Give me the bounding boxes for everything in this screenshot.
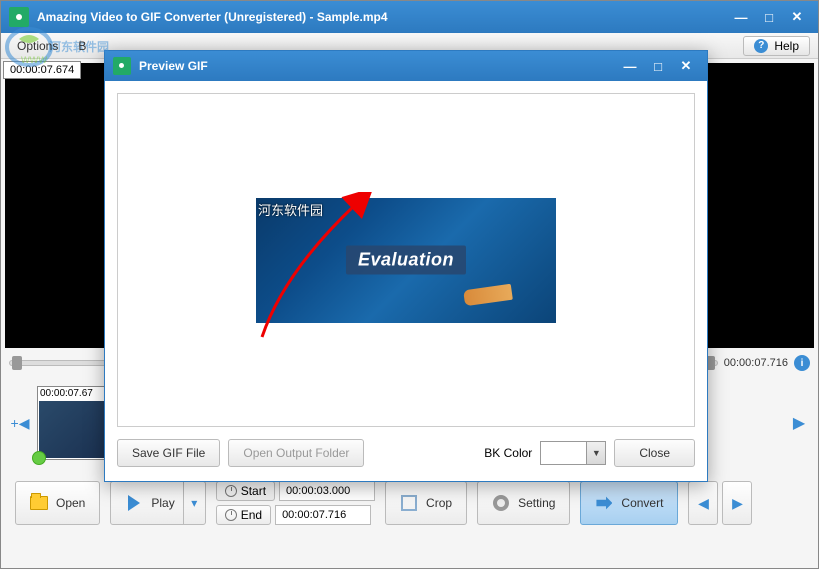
timeline-end-time: 00:00:07.716 <box>724 357 788 369</box>
bk-color-select[interactable]: ▼ <box>540 441 606 465</box>
menu-options[interactable]: Options <box>9 37 66 55</box>
gif-preview-image: 河东软件园 Evaluation <box>256 198 556 323</box>
end-time-button[interactable]: End <box>216 505 271 525</box>
time-range-group: Start 00:00:03.000 End 00:00:07.716 <box>216 481 375 525</box>
end-time-field[interactable]: 00:00:07.716 <box>275 505 371 525</box>
open-button[interactable]: Open <box>15 481 100 525</box>
convert-icon <box>595 494 613 512</box>
timestamp-overlay-tl: 00:00:07.674 <box>3 61 81 79</box>
start-time-button[interactable]: Start <box>216 481 275 501</box>
thumbnail-image <box>39 401 109 458</box>
crop-label: Crop <box>426 496 452 510</box>
end-label: End <box>241 508 262 522</box>
clock-icon <box>225 485 237 497</box>
info-icon[interactable]: i <box>794 355 810 371</box>
save-gif-button[interactable]: Save GIF File <box>117 439 220 467</box>
prev-button[interactable]: ◀ <box>688 481 718 525</box>
dialog-minimize-button[interactable]: — <box>617 57 643 75</box>
help-label: Help <box>774 39 799 53</box>
dialog-close-btn[interactable]: Close <box>614 439 695 467</box>
app-icon <box>9 7 29 27</box>
setting-button[interactable]: Setting <box>477 481 570 525</box>
clock-icon <box>225 509 237 521</box>
play-label: Play <box>151 496 174 510</box>
dialog-app-icon <box>113 57 131 75</box>
play-dropdown[interactable]: ▾ <box>183 482 205 524</box>
main-titlebar: Amazing Video to GIF Converter (Unregist… <box>1 1 818 33</box>
maximize-button[interactable]: □ <box>756 8 782 26</box>
play-button[interactable]: Play ▾ <box>110 481 205 525</box>
convert-label: Convert <box>621 496 663 510</box>
gif-content-fish <box>463 283 513 306</box>
window-title: Amazing Video to GIF Converter (Unregist… <box>37 10 728 24</box>
folder-icon <box>30 494 48 512</box>
minimize-button[interactable]: — <box>728 8 754 26</box>
open-label: Open <box>56 496 85 510</box>
menu-b[interactable]: B <box>70 37 94 55</box>
thumb-scroll-right-icon[interactable]: ▶ <box>793 413 805 433</box>
open-output-folder-button: Open Output Folder <box>228 439 364 467</box>
crop-button[interactable]: Crop <box>385 481 467 525</box>
thumbnail-timestamp: 00:00:07.67 <box>38 387 110 400</box>
close-button[interactable]: ✕ <box>784 8 810 26</box>
dialog-maximize-button[interactable]: □ <box>645 57 671 75</box>
thumb-add-left-icon[interactable]: +◀ <box>11 415 30 432</box>
gif-canvas-area: 河东软件园 Evaluation <box>117 93 695 427</box>
help-button[interactable]: ? Help <box>743 36 810 56</box>
dialog-titlebar[interactable]: Preview GIF — □ ✕ <box>105 51 707 81</box>
dialog-title: Preview GIF <box>139 59 617 73</box>
timeline-thumb-start[interactable] <box>12 356 22 370</box>
bk-color-label: BK Color <box>484 446 532 460</box>
next-button[interactable]: ▶ <box>722 481 752 525</box>
start-label: Start <box>241 484 266 498</box>
dialog-close-button[interactable]: ✕ <box>673 57 699 75</box>
dialog-bottom-bar: Save GIF File Open Output Folder BK Colo… <box>117 437 695 469</box>
thumbnail-item[interactable]: 00:00:07.67 <box>37 386 111 460</box>
gif-watermark-text: 河东软件园 <box>258 200 323 219</box>
gif-evaluation-badge: Evaluation <box>346 246 466 275</box>
setting-label: Setting <box>518 496 555 510</box>
start-time-field[interactable]: 00:00:03.000 <box>279 481 375 501</box>
convert-button[interactable]: Convert <box>580 481 678 525</box>
gear-icon <box>492 494 510 512</box>
chevron-down-icon: ▼ <box>587 442 605 464</box>
bk-color-swatch <box>541 442 587 464</box>
play-icon <box>125 494 143 512</box>
preview-gif-dialog: Preview GIF — □ ✕ 河东软件园 Evaluation Save … <box>104 50 708 482</box>
crop-icon <box>400 494 418 512</box>
help-icon: ? <box>754 39 768 53</box>
thumbnail-check-badge <box>32 451 46 465</box>
